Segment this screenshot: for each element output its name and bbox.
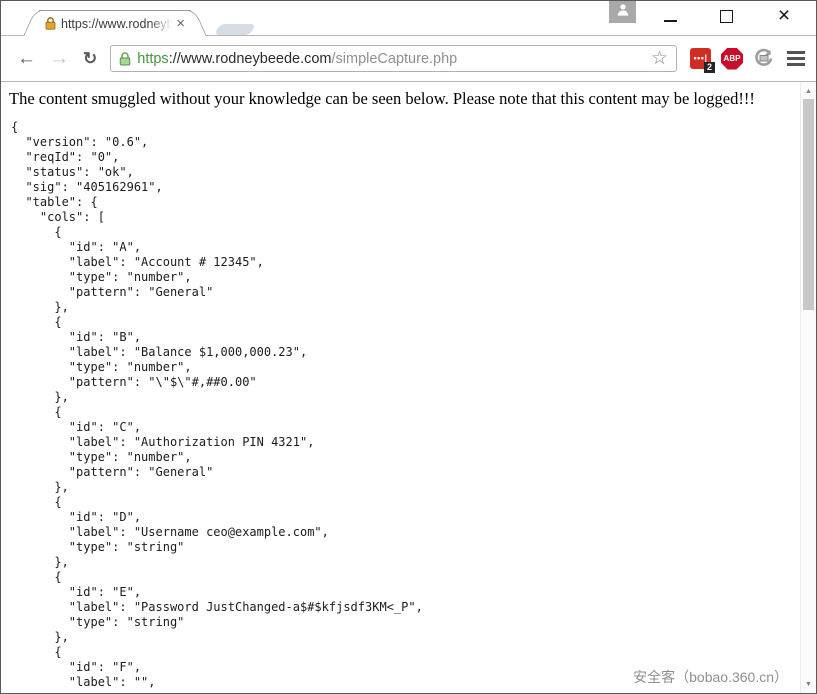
tab-title: https://www.rodneyb xyxy=(61,17,172,31)
browser-tab[interactable]: https://www.rodneyb × xyxy=(39,10,191,36)
page-message: The content smuggled without your knowle… xyxy=(1,82,816,109)
reload-button[interactable]: ↻ xyxy=(76,50,104,67)
abp-label: ABP xyxy=(724,54,741,63)
password-manager-extension-icon[interactable]: •••| 2 xyxy=(690,48,711,69)
extension-badge: 2 xyxy=(704,62,715,73)
secure-lock-icon[interactable] xyxy=(119,52,131,66)
maximize-icon xyxy=(720,10,733,23)
scrollbar[interactable]: ▲ ▼ xyxy=(800,82,816,693)
json-output: { "version": "0.6", "reqId": "0", "statu… xyxy=(11,120,816,690)
adblock-plus-extension-icon[interactable]: ABP xyxy=(721,48,743,70)
address-bar[interactable]: https://www.rodneybeede.com/simpleCaptur… xyxy=(110,45,677,72)
back-button[interactable]: ← xyxy=(10,49,43,68)
close-window-button[interactable]: × xyxy=(767,1,801,31)
title-bar: https://www.rodneyb × × xyxy=(1,1,816,35)
url-text: https://www.rodneybeede.com/simpleCaptur… xyxy=(137,51,649,67)
tab-https-lock-icon xyxy=(45,17,56,30)
menu-icon xyxy=(787,51,805,54)
bookmark-star-icon[interactable]: ☆ xyxy=(649,49,670,68)
profile-avatar-icon xyxy=(616,3,630,21)
url-host: ://www.rodneybeede.com xyxy=(169,51,332,67)
capture-extension-icon[interactable] xyxy=(753,48,774,69)
minimize-icon xyxy=(664,20,677,22)
browser-toolbar: ← → ↻ https://www.rodneybeede.com/simple… xyxy=(1,35,816,82)
scrollbar-up-arrow[interactable]: ▲ xyxy=(801,84,816,98)
page-content: The content smuggled without your knowle… xyxy=(1,82,816,693)
scrollbar-thumb[interactable] xyxy=(803,99,814,310)
minimize-button[interactable] xyxy=(653,1,687,31)
tab-close-button[interactable]: × xyxy=(172,15,189,32)
forward-button[interactable]: → xyxy=(43,49,76,68)
tab-title-fade xyxy=(150,17,172,31)
watermark: 安全客（bobao.360.cn） xyxy=(633,667,788,687)
maximize-button[interactable] xyxy=(709,1,743,31)
url-scheme: https xyxy=(137,51,168,67)
new-tab-button[interactable] xyxy=(214,24,256,35)
url-path: /simpleCapture.php xyxy=(332,51,458,67)
scrollbar-down-arrow[interactable]: ▼ xyxy=(801,677,816,691)
profile-button[interactable] xyxy=(609,1,636,23)
browser-window: https://www.rodneyb × × ← → ↻ xyxy=(0,0,817,694)
menu-button[interactable] xyxy=(785,47,807,70)
